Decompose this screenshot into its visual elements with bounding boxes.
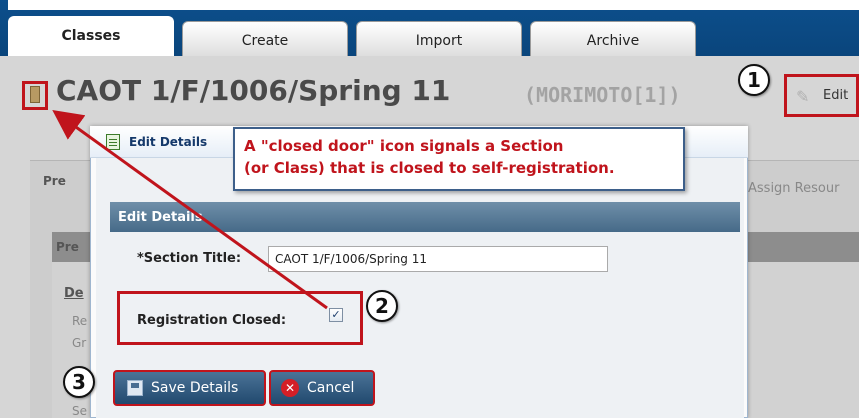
- background-se-text: Se: [72, 404, 87, 418]
- background-gr-text: Gr: [72, 336, 87, 350]
- callout-line-1: A "closed door" icon signals a Section: [244, 137, 564, 155]
- save-details-label: Save Details: [151, 380, 239, 396]
- page-owner: (MORIMOTO[1]): [524, 83, 681, 107]
- background-re-text: Re: [72, 314, 88, 328]
- section-header-label: Edit Details: [118, 210, 203, 225]
- edit-label: Edit: [823, 88, 849, 103]
- background-tab-label: Pre: [43, 174, 66, 188]
- save-icon: [127, 380, 143, 396]
- background-de-link: De: [64, 286, 84, 301]
- marker-1: 1: [738, 64, 770, 96]
- closed-door-icon: [30, 86, 40, 103]
- pencil-icon: ✎: [796, 87, 810, 106]
- tab-classes[interactable]: Classes: [8, 16, 174, 56]
- registration-closed-checkbox[interactable]: ✓: [329, 308, 343, 322]
- annotation-callout: A "closed door" icon signals a Section (…: [233, 127, 685, 191]
- section-title-input[interactable]: [268, 246, 608, 272]
- document-icon: [106, 134, 120, 150]
- registration-closed-label: Registration Closed:: [137, 313, 287, 328]
- cancel-label: Cancel: [307, 380, 355, 396]
- tab-create[interactable]: Create: [182, 21, 348, 56]
- cancel-x-icon: ✕: [281, 379, 299, 397]
- page-title: CAOT 1/F/1006/Spring 11: [56, 74, 451, 107]
- tab-archive[interactable]: Archive: [530, 21, 696, 56]
- background-assign-tab: Assign Resour: [748, 181, 840, 196]
- marker-2: 2: [366, 290, 398, 322]
- section-header: [110, 202, 740, 232]
- marker-3: 3: [63, 366, 95, 398]
- dialog-title: Edit Details: [129, 135, 208, 149]
- background-panel-label: Pre: [56, 240, 79, 254]
- callout-line-2: (or Class) that is closed to self-regist…: [244, 159, 615, 177]
- section-title-label: *Section Title:: [137, 251, 242, 266]
- tab-import[interactable]: Import: [356, 21, 522, 56]
